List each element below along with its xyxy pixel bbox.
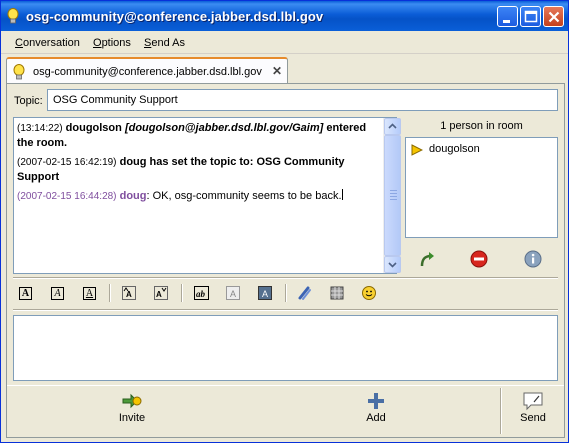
participant-name: dougolson bbox=[429, 143, 480, 155]
lightbulb-icon bbox=[13, 64, 25, 83]
people-list[interactable]: dougolson bbox=[405, 137, 558, 238]
window-title: osg-community@conference.jabber.dsd.lbl.… bbox=[26, 9, 324, 24]
chat-log[interactable]: (13:14:22) dougolson [dougolson@jabber.d… bbox=[13, 117, 397, 274]
divider bbox=[500, 388, 502, 434]
svg-text:ab: ab bbox=[196, 289, 206, 299]
svg-text:A: A bbox=[262, 289, 268, 299]
scroll-up-button[interactable] bbox=[384, 118, 401, 135]
menu-options[interactable]: Options bbox=[93, 37, 131, 49]
tab-conversation[interactable]: osg-community@conference.jabber.dsd.lbl.… bbox=[6, 57, 288, 84]
action-bar bbox=[7, 385, 564, 437]
menu-send-as[interactable]: Send As bbox=[144, 37, 185, 49]
chat-scrollbar[interactable] bbox=[383, 118, 401, 273]
menu-conversation[interactable]: Conversation bbox=[15, 37, 80, 49]
tab-label: osg-community@conference.jabber.dsd.lbl.… bbox=[33, 66, 262, 78]
plus-icon bbox=[365, 390, 387, 412]
scroll-down-button[interactable] bbox=[384, 256, 401, 273]
send-icon bbox=[522, 390, 544, 412]
add-button[interactable]: Add bbox=[341, 390, 411, 424]
chat-messages: (13:14:22) dougolson [dougolson@jabber.d… bbox=[17, 121, 381, 209]
bold-icon[interactable]: A bbox=[15, 283, 35, 303]
svg-text:A: A bbox=[230, 289, 236, 299]
svg-text:A: A bbox=[126, 290, 132, 299]
scroll-thumb[interactable] bbox=[384, 135, 401, 256]
text-larger-icon[interactable]: A bbox=[119, 283, 139, 303]
message-jid: [dougolson@jabber.dsd.lbl.gov/Gaim] bbox=[124, 122, 324, 134]
smiley-icon[interactable] bbox=[359, 283, 379, 303]
message-timestamp: (2007-02-15 16:42:19) bbox=[17, 157, 117, 168]
invite-button[interactable]: Invite bbox=[97, 390, 167, 424]
insert-link-icon[interactable] bbox=[295, 283, 315, 303]
message-timestamp: (2007-02-15 16:44:28) bbox=[17, 191, 117, 202]
invite-icon bbox=[121, 390, 143, 412]
svg-text:A: A bbox=[156, 290, 162, 299]
message-entry[interactable] bbox=[13, 315, 558, 381]
chat-message: (13:14:22) dougolson [dougolson@jabber.d… bbox=[17, 121, 381, 150]
message-timestamp: (13:14:22) bbox=[17, 123, 63, 134]
formatting-toolbar: A A A A A ab A A bbox=[13, 281, 558, 305]
menu-bar: Conversation Options Send As bbox=[1, 32, 568, 54]
maximize-button[interactable] bbox=[520, 6, 541, 27]
lightbulb-icon bbox=[7, 8, 19, 24]
underline-icon[interactable]: A bbox=[79, 283, 99, 303]
chat-window: osg-community@conference.jabber.dsd.lbl.… bbox=[0, 0, 569, 443]
close-window-button[interactable] bbox=[543, 6, 564, 27]
info-icon[interactable] bbox=[523, 249, 543, 269]
text-smaller-icon[interactable]: A bbox=[151, 283, 171, 303]
background-color-icon[interactable]: A bbox=[255, 283, 275, 303]
message-text: : OK, osg-community seems to be back. bbox=[146, 190, 342, 202]
message-sender: doug bbox=[119, 190, 147, 202]
chat-message: (2007-02-15 16:44:28) doug: OK, osg-comm… bbox=[17, 189, 381, 204]
chat-message: (2007-02-15 16:42:19) doug has set the t… bbox=[17, 155, 381, 184]
topic-field[interactable]: OSG Community Support bbox=[47, 89, 558, 111]
text-caret bbox=[341, 189, 343, 200]
invite-label: Invite bbox=[118, 412, 146, 424]
add-label: Add bbox=[366, 412, 386, 424]
block-icon[interactable] bbox=[469, 249, 489, 269]
topic-label: Topic: bbox=[14, 95, 43, 107]
divider bbox=[13, 277, 558, 279]
title-bar[interactable]: osg-community@conference.jabber.dsd.lbl.… bbox=[1, 1, 568, 31]
send-button[interactable]: Send bbox=[503, 390, 563, 424]
participant-icon bbox=[411, 144, 424, 159]
tab-strip: osg-community@conference.jabber.dsd.lbl.… bbox=[1, 54, 568, 84]
font-color-icon[interactable]: A bbox=[223, 283, 243, 303]
divider bbox=[13, 309, 558, 311]
italic-icon[interactable]: A bbox=[47, 283, 67, 303]
minimize-button[interactable] bbox=[497, 6, 518, 27]
font-face-icon[interactable]: ab bbox=[191, 283, 211, 303]
tab-close-icon[interactable]: ✕ bbox=[272, 64, 282, 78]
insert-image-icon[interactable] bbox=[327, 283, 347, 303]
people-count: 1 person in room bbox=[440, 120, 523, 132]
redirect-icon[interactable] bbox=[417, 249, 437, 269]
send-label: Send bbox=[520, 412, 546, 424]
message-sender: dougolson bbox=[65, 122, 122, 134]
